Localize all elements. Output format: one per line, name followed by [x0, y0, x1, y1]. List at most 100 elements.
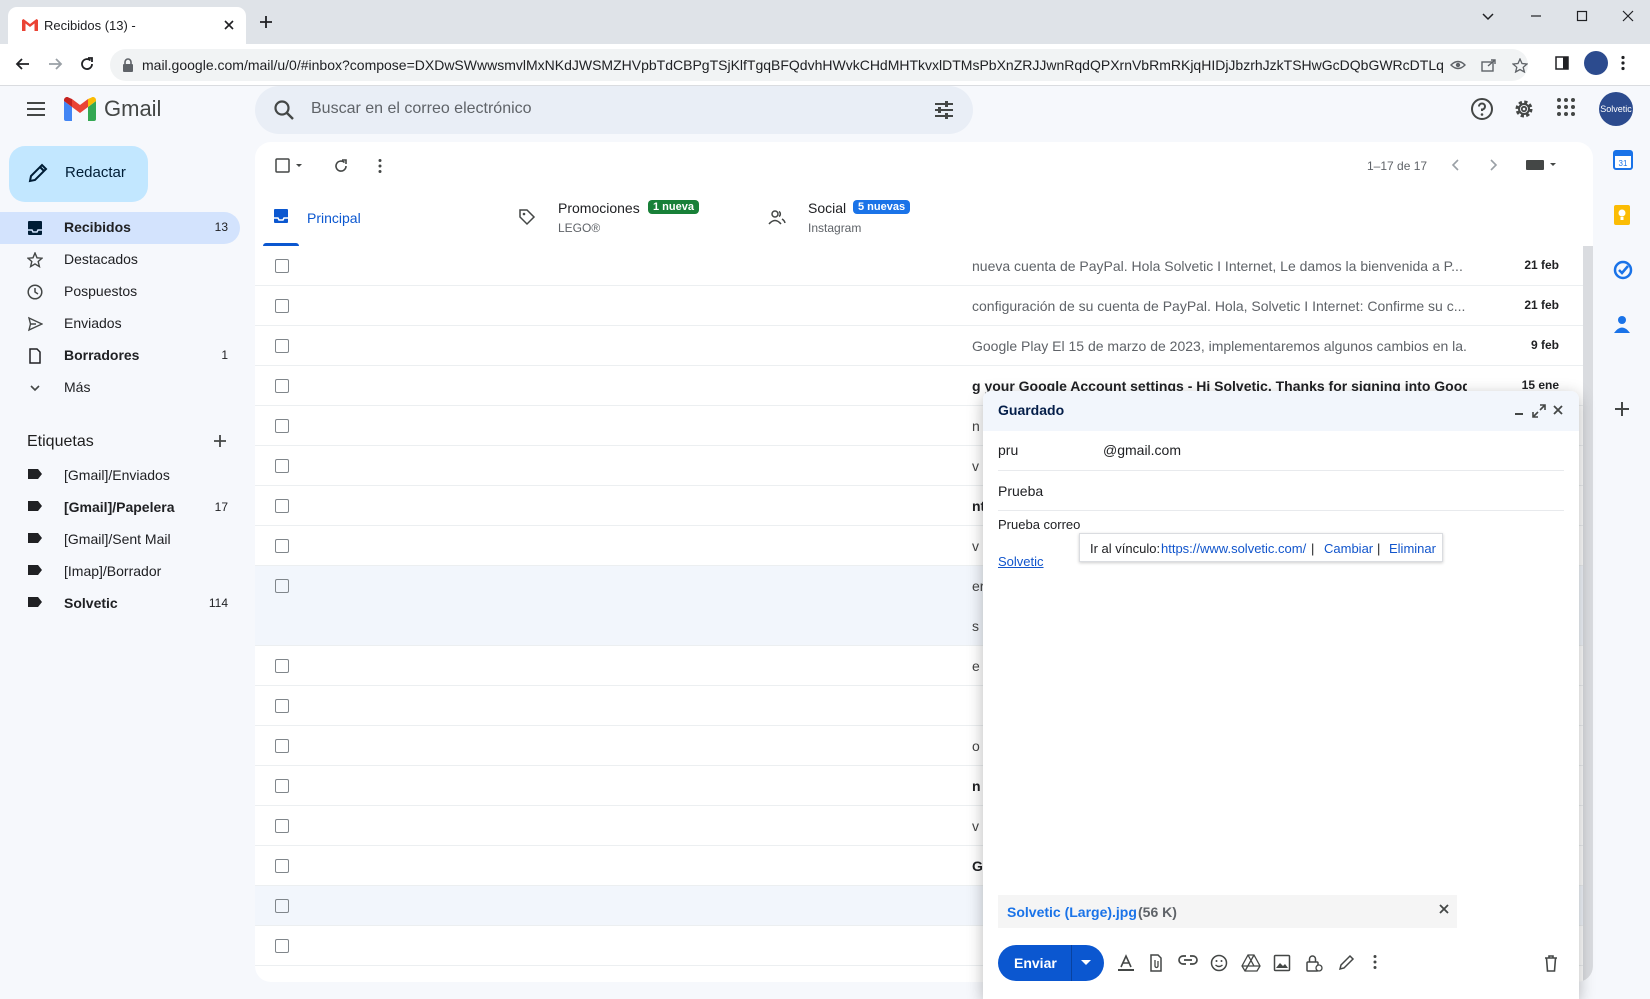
account-avatar[interactable]: Solvetic — [1599, 92, 1633, 126]
label-item[interactable]: [Gmail]/Sent Mail — [0, 524, 240, 556]
add-addon-icon[interactable] — [1613, 400, 1631, 418]
compose-header[interactable]: Guardado — [983, 391, 1579, 431]
drive-icon[interactable] — [1241, 954, 1261, 972]
signature-pen-icon[interactable] — [1337, 954, 1355, 972]
new-tab-icon[interactable] — [258, 14, 274, 30]
minimize-compose-icon[interactable] — [1513, 404, 1525, 416]
forward-arrow-icon[interactable] — [46, 55, 64, 73]
mail-row[interactable]: nueva cuenta de PayPal. Hola Solvetic I … — [255, 246, 1593, 286]
row-checkbox[interactable] — [275, 659, 289, 673]
attach-file-icon[interactable] — [1148, 954, 1164, 972]
sidebar-item-mas[interactable]: Más — [0, 372, 240, 404]
older-chevron-icon[interactable] — [1489, 158, 1499, 172]
fullscreen-compose-icon[interactable] — [1532, 404, 1546, 418]
search-icon[interactable] — [273, 99, 295, 121]
sidebar-item-pospuestos[interactable]: Pospuestos — [0, 276, 240, 308]
tab-close-icon[interactable] — [222, 18, 236, 32]
tooltip-url-link[interactable]: https://www.solvetic.com/ — [1161, 541, 1306, 556]
sidebar-item-recibidos[interactable]: Recibidos 13 — [0, 212, 240, 244]
search-input[interactable]: Buscar en el correo electrónico — [311, 100, 532, 118]
send-button[interactable]: Enviar — [998, 945, 1104, 981]
window-close-icon[interactable] — [1620, 8, 1636, 24]
more-options-icon[interactable] — [377, 158, 383, 174]
calendar-icon[interactable]: 31 — [1613, 150, 1633, 170]
row-checkbox[interactable] — [275, 819, 289, 833]
browser-profile-avatar[interactable] — [1584, 51, 1608, 75]
input-tools-icon[interactable] — [1525, 158, 1559, 172]
attachment-name[interactable]: Solvetic (Large).jpg — [1007, 904, 1137, 920]
formatting-options-icon[interactable] — [1117, 954, 1135, 972]
row-checkbox[interactable] — [275, 459, 289, 473]
row-checkbox[interactable] — [275, 899, 289, 913]
tab-social[interactable]: Social 5 nuevas Instagram — [750, 190, 1000, 246]
sidebar-item-destacados[interactable]: Destacados — [0, 244, 240, 276]
browser-tab[interactable]: Recibidos (13) - — [8, 7, 246, 44]
select-all-checkbox[interactable] — [275, 158, 305, 174]
row-checkbox[interactable] — [275, 419, 289, 433]
more-compose-options-icon[interactable] — [1372, 954, 1378, 970]
side-panel-icon[interactable] — [1554, 55, 1570, 71]
maximize-icon[interactable] — [1574, 8, 1590, 24]
search-options-icon[interactable] — [933, 99, 955, 121]
close-compose-icon[interactable] — [1552, 404, 1564, 416]
keep-icon[interactable] — [1613, 204, 1631, 226]
refresh-icon[interactable] — [333, 158, 349, 174]
label-item[interactable]: [Imap]/Borrador — [0, 556, 240, 588]
add-label-icon[interactable] — [212, 433, 228, 449]
tooltip-change-link[interactable]: Cambiar — [1324, 541, 1373, 556]
back-arrow-icon[interactable] — [14, 55, 32, 73]
label-item[interactable]: [Gmail]/Enviados — [0, 460, 240, 492]
reload-icon[interactable] — [78, 55, 96, 73]
body-link[interactable]: Solvetic — [998, 554, 1044, 569]
tab-promociones[interactable]: Promociones 1 nueva LEGO® — [500, 190, 750, 246]
help-icon[interactable] — [1470, 97, 1494, 121]
insert-link-icon[interactable] — [1178, 954, 1198, 966]
discard-draft-trash-icon[interactable] — [1543, 954, 1559, 972]
main-menu-icon[interactable] — [26, 102, 46, 116]
emoji-icon[interactable] — [1210, 954, 1228, 972]
row-checkbox[interactable] — [275, 339, 289, 353]
label-item[interactable]: Solvetic 114 — [0, 588, 240, 620]
minimize-icon[interactable] — [1528, 8, 1544, 24]
row-checkbox[interactable] — [275, 859, 289, 873]
row-checkbox[interactable] — [275, 259, 289, 273]
attachment-chip[interactable]: Solvetic (Large).jpg (56 K) — [998, 895, 1457, 928]
subject-field[interactable]: Prueba — [998, 471, 1564, 511]
gmail-logo[interactable]: Gmail — [64, 96, 161, 122]
mail-row[interactable]: configuración de su cuenta de PayPal. Ho… — [255, 286, 1593, 326]
contacts-icon[interactable] — [1613, 314, 1631, 334]
tab-search-icon[interactable] — [1480, 8, 1496, 24]
row-checkbox[interactable] — [275, 299, 289, 313]
settings-gear-icon[interactable] — [1512, 97, 1536, 121]
lock-icon[interactable] — [122, 58, 134, 72]
send-options-icon[interactable] — [1080, 959, 1092, 967]
row-checkbox[interactable] — [275, 499, 289, 513]
list-scrollbar[interactable] — [1583, 246, 1593, 982]
insert-photo-icon[interactable] — [1273, 954, 1291, 972]
omnibox[interactable]: mail.google.com/mail/u/0/#inbox?compose=… — [110, 49, 1528, 81]
recipient-field[interactable]: pru @gmail.com — [998, 431, 1564, 471]
row-checkbox[interactable] — [275, 579, 289, 593]
newer-chevron-icon[interactable] — [1450, 158, 1460, 172]
tab-principal[interactable]: Principal — [255, 190, 500, 246]
search-bar[interactable]: Buscar en el correo electrónico — [255, 86, 973, 134]
row-checkbox[interactable] — [275, 699, 289, 713]
mail-row[interactable]: Google Play El 15 de marzo de 2023, impl… — [255, 326, 1593, 366]
label-item[interactable]: [Gmail]/Papelera 17 — [0, 492, 240, 524]
row-checkbox[interactable] — [275, 539, 289, 553]
remove-attachment-icon[interactable] — [1439, 904, 1449, 914]
apps-grid-icon[interactable] — [1556, 97, 1576, 117]
row-checkbox[interactable] — [275, 779, 289, 793]
url-text[interactable]: mail.google.com/mail/u/0/#inbox?compose=… — [142, 57, 1444, 73]
compose-button[interactable]: Redactar — [9, 146, 148, 202]
sidebar-item-enviados[interactable]: Enviados — [0, 308, 240, 340]
tasks-icon[interactable] — [1613, 260, 1633, 280]
message-body[interactable]: Prueba correo — [998, 517, 1080, 532]
row-checkbox[interactable] — [275, 939, 289, 953]
row-checkbox[interactable] — [275, 379, 289, 393]
bookmark-star-icon[interactable] — [1512, 58, 1528, 73]
share-icon[interactable] — [1481, 58, 1497, 72]
browser-menu-icon[interactable] — [1620, 55, 1626, 71]
tooltip-remove-link[interactable]: Eliminar — [1389, 541, 1436, 556]
eye-icon[interactable] — [1450, 58, 1466, 72]
